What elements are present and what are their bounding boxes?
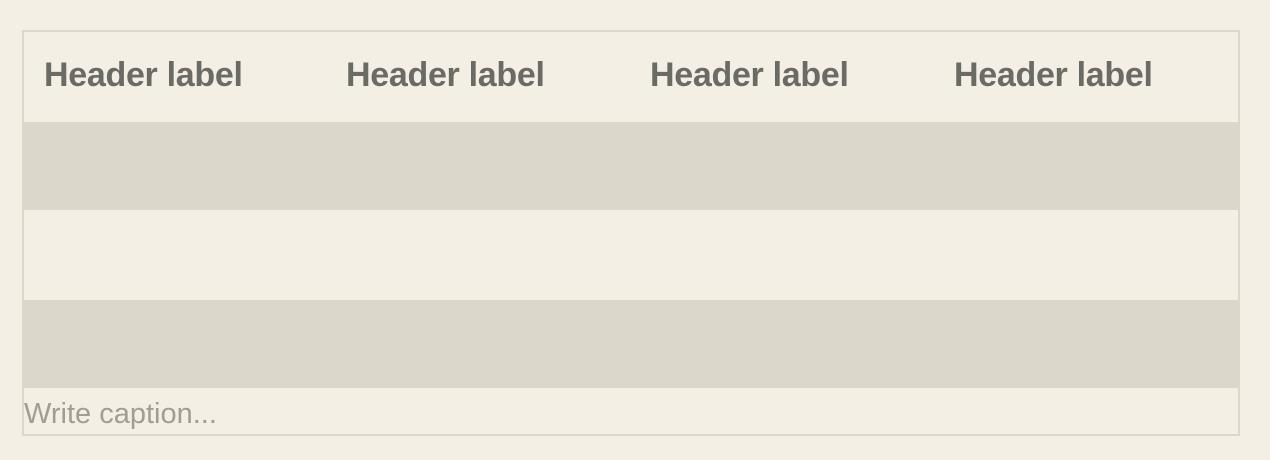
- table-header-row: Header label Header label Header label H…: [24, 32, 1238, 122]
- table-header-cell[interactable]: Header label: [346, 56, 545, 95]
- table-row[interactable]: [24, 300, 1238, 388]
- table: Header label Header label Header label H…: [22, 30, 1240, 436]
- caption-input[interactable]: Write caption...: [24, 398, 217, 431]
- table-row[interactable]: [24, 122, 1238, 210]
- table-header-cell[interactable]: Header label: [44, 56, 243, 95]
- table-header-cell[interactable]: Header label: [650, 56, 849, 95]
- table-header-cell[interactable]: Header label: [954, 56, 1153, 95]
- table-row[interactable]: [24, 212, 1238, 300]
